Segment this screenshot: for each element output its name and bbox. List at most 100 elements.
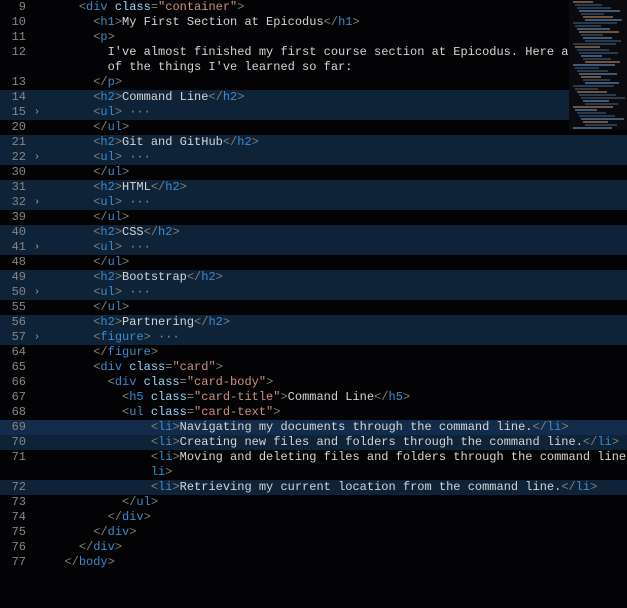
code-line[interactable]: 71 <li>Moving and deleting files and fol… — [0, 450, 627, 465]
code-content[interactable]: </figure> — [48, 345, 158, 360]
code-content[interactable]: </ul> — [48, 120, 129, 135]
code-content[interactable]: </div> — [48, 525, 136, 540]
code-line[interactable]: 20 </ul> — [0, 120, 627, 135]
code-line[interactable]: 13 </p> — [0, 75, 627, 90]
code-content[interactable]: <p> — [48, 30, 115, 45]
code-content[interactable]: <ul> ··· — [48, 285, 151, 300]
code-line[interactable]: 30 </ul> — [0, 165, 627, 180]
code-content[interactable]: <h2>CSS</h2> — [48, 225, 180, 240]
code-editor[interactable]: 9 <div class="container">10 <h1>My First… — [0, 0, 627, 570]
code-content[interactable]: </ul> — [48, 165, 129, 180]
fold-chevron-icon[interactable]: › — [30, 105, 44, 120]
code-content[interactable]: </ul> — [48, 210, 129, 225]
code-content[interactable]: of the things I've learned so far: — [48, 60, 352, 75]
code-content[interactable]: <h2>Bootstrap</h2> — [48, 270, 223, 285]
code-line[interactable]: 40 <h2>CSS</h2> — [0, 225, 627, 240]
code-content[interactable]: <ul> ··· — [48, 240, 151, 255]
code-content[interactable]: <h2>Git and GitHub</h2> — [48, 135, 259, 150]
token-tx: of the things I've learned so far: — [108, 60, 353, 74]
fold-chevron-icon[interactable]: › — [30, 240, 44, 255]
code-line[interactable]: 14 <h2>Command Line</h2> — [0, 90, 627, 105]
minimap-line — [581, 13, 604, 15]
code-content[interactable]: <ul> ··· — [48, 150, 151, 165]
code-line[interactable]: 69 <li>Navigating my documents through t… — [0, 420, 627, 435]
code-content[interactable]: <h2>Command Line</h2> — [48, 90, 244, 105]
code-line[interactable]: 74 </div> — [0, 510, 627, 525]
code-line[interactable]: 76 </div> — [0, 540, 627, 555]
code-content[interactable]: </div> — [48, 540, 122, 555]
code-line[interactable]: li> — [0, 465, 627, 480]
code-line[interactable]: 50› <ul> ··· — [0, 285, 627, 300]
code-line[interactable]: 39 </ul> — [0, 210, 627, 225]
token-tx: Navigating my documents through the comm… — [180, 420, 533, 434]
token-tg: h2 — [201, 270, 215, 284]
code-content[interactable]: </div> — [48, 510, 151, 525]
code-line[interactable]: 41› <ul> ··· — [0, 240, 627, 255]
token-pb: > — [108, 555, 115, 569]
code-line[interactable]: 68 <ul class="card-text"> — [0, 405, 627, 420]
code-line[interactable]: 9 <div class="container"> — [0, 0, 627, 15]
code-line[interactable]: 49 <h2>Bootstrap</h2> — [0, 270, 627, 285]
line-number: 67 — [0, 390, 30, 405]
code-line[interactable]: 77 </body> — [0, 555, 627, 570]
code-line[interactable]: of the things I've learned so far: — [0, 60, 627, 75]
code-content[interactable]: <h1>My First Section at Epicodus</h1> — [48, 15, 360, 30]
code-content[interactable]: <div class="card-body"> — [48, 375, 273, 390]
token-pb: > — [266, 375, 273, 389]
code-content[interactable]: </ul> — [48, 495, 158, 510]
code-line[interactable]: 12 I've almost finished my first course … — [0, 45, 627, 60]
code-line[interactable]: 31 <h2>HTML</h2> — [0, 180, 627, 195]
code-content[interactable]: <div class="card"> — [48, 360, 223, 375]
code-content[interactable]: </ul> — [48, 255, 129, 270]
line-number: 68 — [0, 405, 30, 420]
code-content[interactable]: <h2>HTML</h2> — [48, 180, 187, 195]
fold-chevron-icon[interactable]: › — [30, 330, 44, 345]
line-number: 39 — [0, 210, 30, 225]
code-line[interactable]: 67 <h5 class="card-title">Command Line</… — [0, 390, 627, 405]
code-line[interactable]: 72 <li>Retrieving my current location fr… — [0, 480, 627, 495]
code-line[interactable]: 10 <h1>My First Section at Epicodus</h1> — [0, 15, 627, 30]
code-content[interactable]: <li>Retrieving my current location from … — [48, 480, 597, 495]
code-content[interactable]: <ul> ··· — [48, 195, 151, 210]
code-content[interactable]: <h2>Partnering</h2> — [48, 315, 230, 330]
code-line[interactable]: 65 <div class="card"> — [0, 360, 627, 375]
fold-chevron-icon[interactable]: › — [30, 150, 44, 165]
code-content[interactable]: <div class="container"> — [48, 0, 244, 15]
code-line[interactable]: 64 </figure> — [0, 345, 627, 360]
minimap[interactable] — [569, 0, 627, 130]
code-content[interactable]: <li>Creating new files and folders throu… — [48, 435, 619, 450]
token-tx: HTML — [122, 180, 151, 194]
minimap-line — [579, 52, 618, 54]
fold-chevron-icon[interactable]: › — [30, 195, 44, 210]
code-line[interactable]: 48 </ul> — [0, 255, 627, 270]
code-line[interactable]: 15› <ul> ··· — [0, 105, 627, 120]
code-line[interactable]: 22› <ul> ··· — [0, 150, 627, 165]
code-content[interactable]: <ul> ··· — [48, 105, 151, 120]
code-content[interactable]: <h5 class="card-title">Command Line</h5> — [48, 390, 410, 405]
line-number: 73 — [0, 495, 30, 510]
fold-chevron-icon[interactable]: › — [30, 285, 44, 300]
code-line[interactable]: 66 <div class="card-body"> — [0, 375, 627, 390]
code-content[interactable]: <li>Moving and deleting files and folder… — [48, 450, 627, 465]
token-pb: < — [151, 450, 158, 464]
code-line[interactable]: 73 </ul> — [0, 495, 627, 510]
code-content[interactable]: </p> — [48, 75, 122, 90]
line-number: 40 — [0, 225, 30, 240]
code-content[interactable]: </ul> — [48, 300, 129, 315]
code-line[interactable]: 75 </div> — [0, 525, 627, 540]
code-line[interactable]: 70 <li>Creating new files and folders th… — [0, 435, 627, 450]
code-line[interactable]: 11 <p> — [0, 30, 627, 45]
code-content[interactable]: </body> — [48, 555, 115, 570]
code-content[interactable]: <ul class="card-text"> — [48, 405, 280, 420]
token-pb: </ — [122, 495, 136, 509]
code-content[interactable]: li> — [48, 465, 172, 480]
code-line[interactable]: 21 <h2>Git and GitHub</h2> — [0, 135, 627, 150]
token-pb: </ — [93, 120, 107, 134]
code-line[interactable]: 55 </ul> — [0, 300, 627, 315]
code-content[interactable]: I've almost finished my first course sec… — [48, 45, 619, 60]
code-line[interactable]: 32› <ul> ··· — [0, 195, 627, 210]
code-content[interactable]: <figure> ··· — [48, 330, 180, 345]
code-line[interactable]: 56 <h2>Partnering</h2> — [0, 315, 627, 330]
code-line[interactable]: 57› <figure> ··· — [0, 330, 627, 345]
code-content[interactable]: <li>Navigating my documents through the … — [48, 420, 569, 435]
